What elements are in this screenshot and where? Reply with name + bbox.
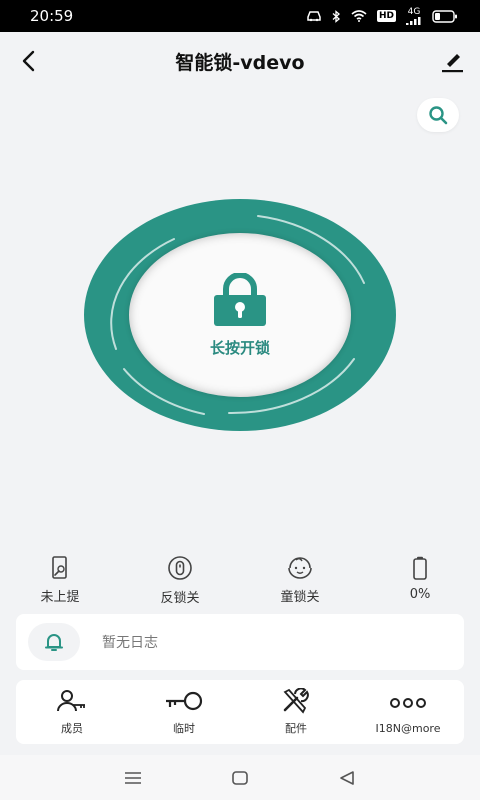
tool-more-label: I18N@more xyxy=(375,721,441,735)
cellular-signal-icon: 4G xyxy=(406,6,422,25)
temporary-key-icon xyxy=(164,688,204,714)
unlock-label: 长按开锁 xyxy=(209,338,270,357)
nav-menu-button[interactable] xyxy=(124,771,142,785)
more-dots-icon xyxy=(388,690,428,716)
status-handle-label: 未上提 xyxy=(40,590,80,605)
tool-temporary-button[interactable]: 临时 xyxy=(128,680,240,744)
child-face-icon xyxy=(286,555,314,580)
menu-icon xyxy=(125,771,142,784)
pencil-icon xyxy=(442,54,463,73)
long-press-unlock-button[interactable]: 长按开锁 xyxy=(84,199,396,431)
bell-icon xyxy=(45,634,63,651)
status-deadbolt: 反锁关 xyxy=(120,555,240,606)
hd-voice-badge: HD xyxy=(376,10,396,22)
tool-accessories-button[interactable]: 配件 xyxy=(240,680,352,744)
accessories-tools-icon xyxy=(281,688,311,714)
edit-button[interactable] xyxy=(438,47,466,75)
network-type-label: 4G xyxy=(407,6,421,17)
member-icon xyxy=(56,688,88,714)
log-card[interactable]: 暂无日志 xyxy=(16,614,464,670)
back-triangle-icon xyxy=(339,770,354,785)
deadbolt-icon xyxy=(167,555,193,581)
door-handle-icon xyxy=(50,555,70,580)
tool-temporary-label: 临时 xyxy=(173,722,195,735)
lock-status-row: 未上提 反锁关 童锁关 0% xyxy=(0,555,480,606)
tool-member-label: 成员 xyxy=(61,722,83,735)
status-handle: 未上提 xyxy=(0,555,120,605)
status-icons: HD 4G xyxy=(306,6,458,25)
back-button[interactable] xyxy=(16,47,44,75)
car-icon xyxy=(306,10,322,22)
status-battery-label: 0% xyxy=(409,587,431,602)
tool-accessories-label: 配件 xyxy=(285,722,307,735)
page-title: 智能锁-vdevo xyxy=(175,51,305,74)
system-status-bar: 20:59 HD 4G xyxy=(0,0,480,32)
status-time: 20:59 xyxy=(30,7,74,25)
tool-member-button[interactable]: 成员 xyxy=(16,680,128,744)
padlock-icon xyxy=(214,272,266,326)
status-deadbolt-label: 反锁关 xyxy=(160,591,200,606)
log-bell-badge xyxy=(28,623,80,661)
battery-icon xyxy=(412,555,428,581)
home-square-icon xyxy=(232,770,248,785)
status-child-lock-label: 童锁关 xyxy=(280,590,320,605)
search-button[interactable] xyxy=(417,98,459,132)
search-icon xyxy=(429,106,448,125)
tool-more-button[interactable]: I18N@more xyxy=(352,680,464,744)
bluetooth-icon xyxy=(332,9,341,23)
log-empty-text: 暂无日志 xyxy=(102,635,158,651)
lock-button-face: 长按开锁 xyxy=(129,233,351,397)
app-header: 智能锁-vdevo xyxy=(0,32,480,90)
nav-back-button[interactable] xyxy=(338,770,356,786)
function-toolbar: 成员 临时 配件 I18N@more xyxy=(16,680,464,744)
status-battery: 0% xyxy=(360,555,480,605)
nav-home-button[interactable] xyxy=(231,770,249,786)
battery-status-icon xyxy=(432,9,458,23)
wifi-icon xyxy=(351,10,367,22)
status-child-lock: 童锁关 xyxy=(240,555,360,605)
back-arrow-icon xyxy=(22,50,35,72)
system-navigation-bar xyxy=(0,755,480,800)
